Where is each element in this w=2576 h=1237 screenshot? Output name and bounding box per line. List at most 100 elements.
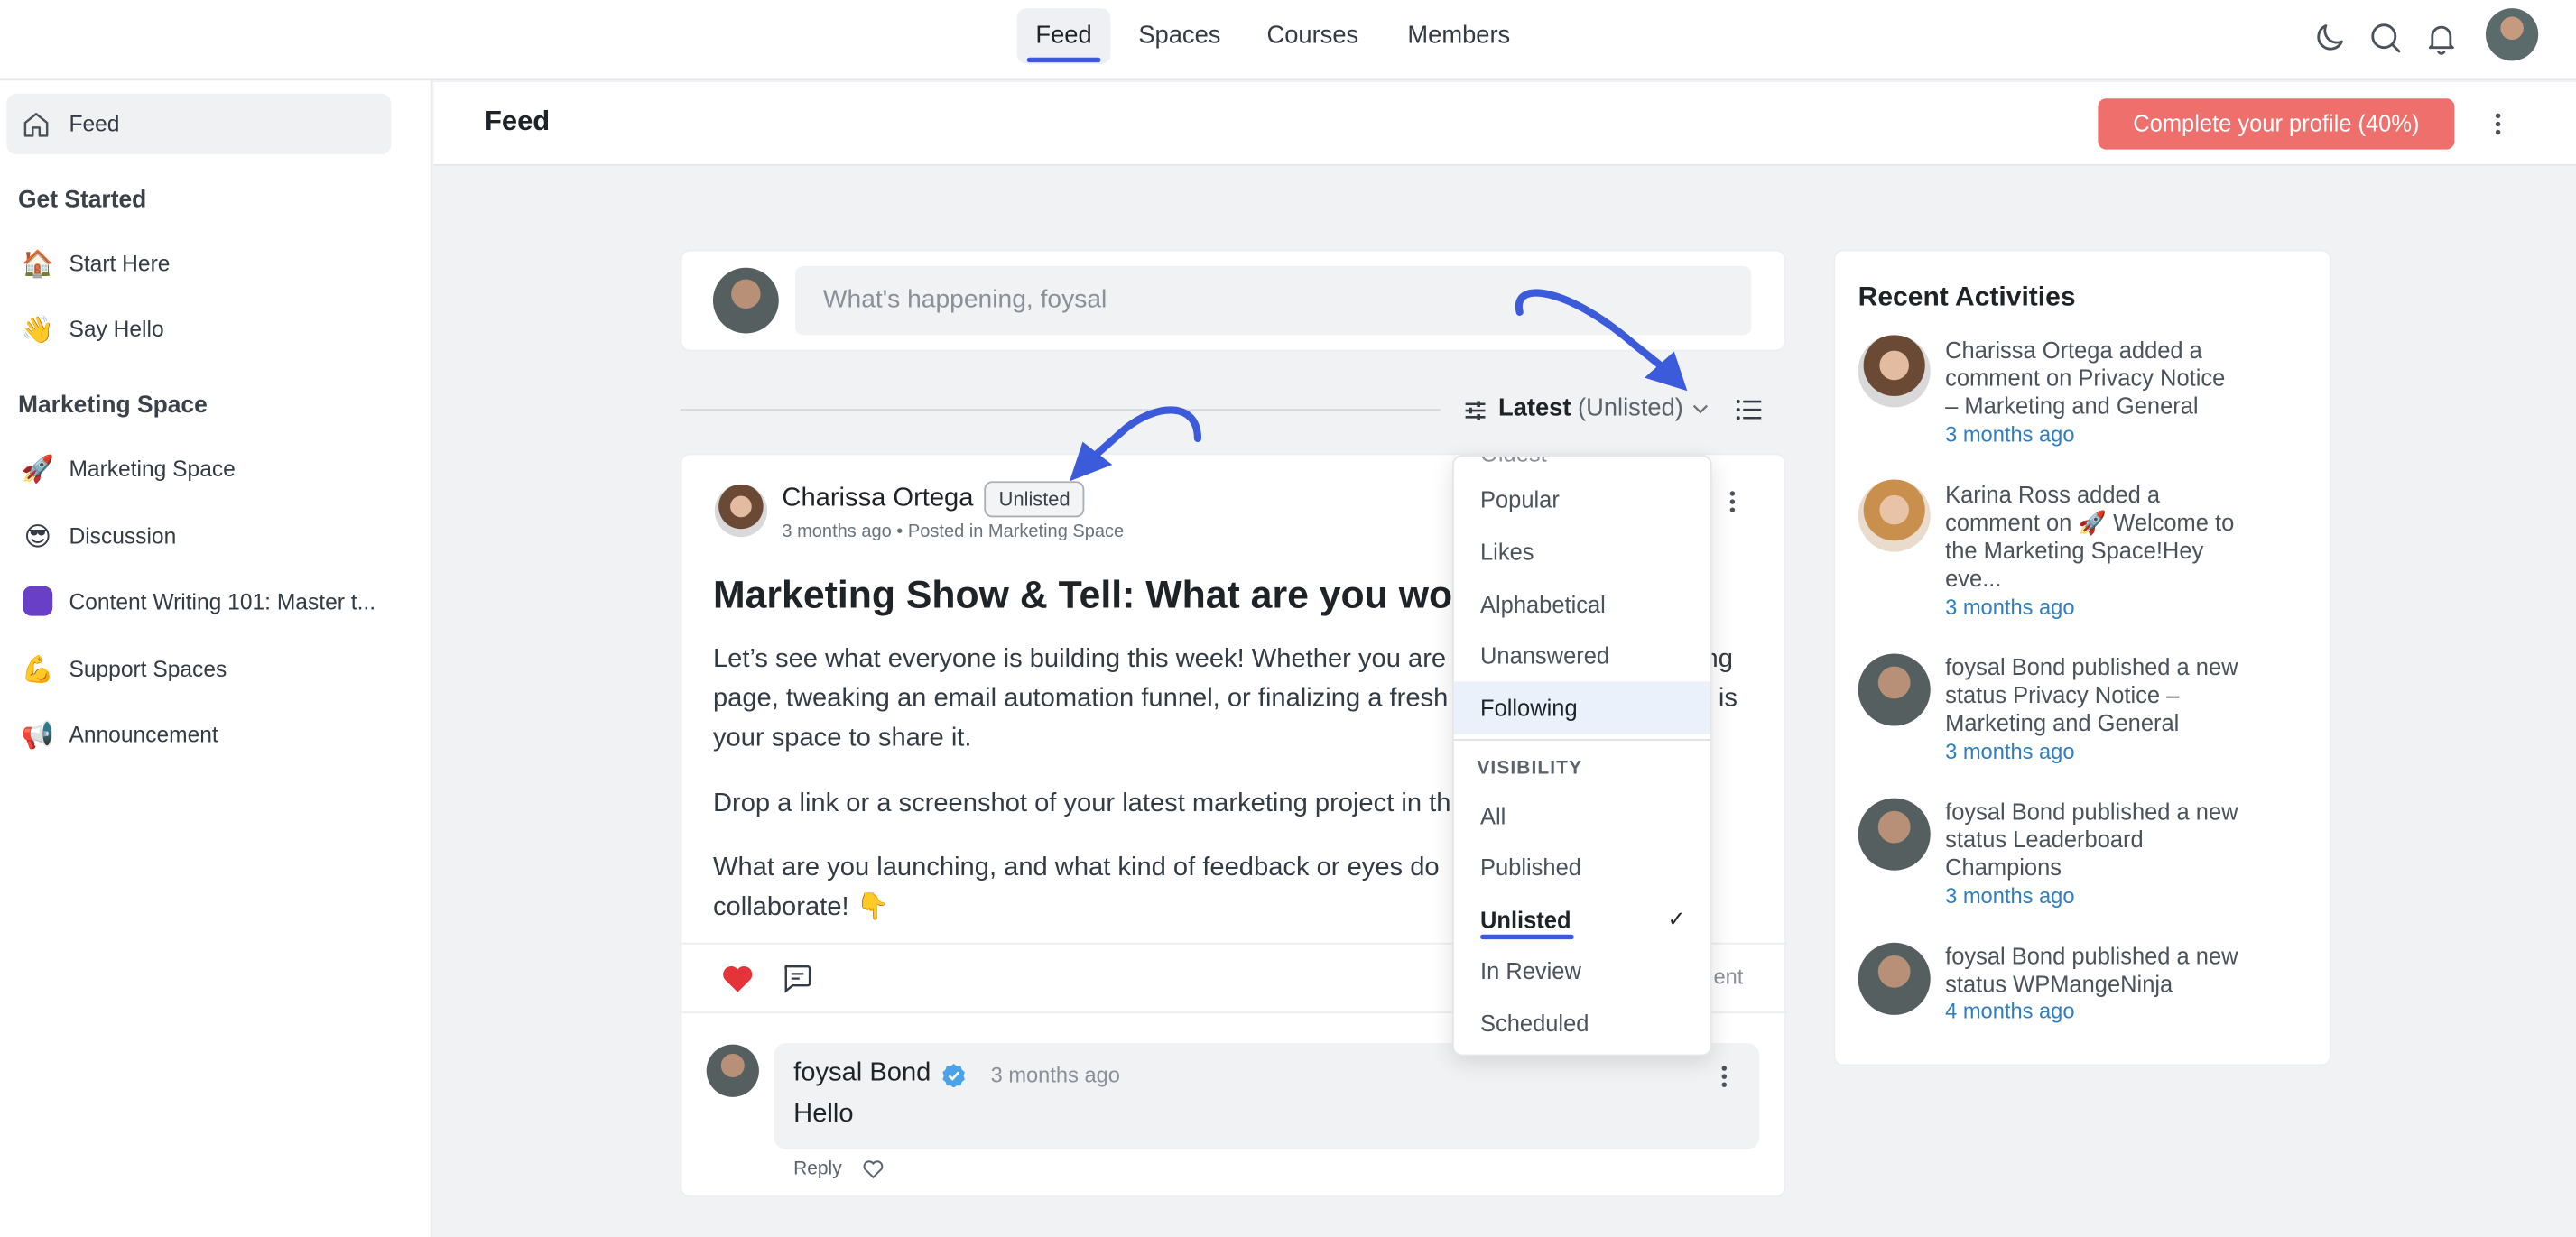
activity-avatar[interactable] xyxy=(1858,653,1931,726)
activity-time[interactable]: 3 months ago xyxy=(1945,739,2074,763)
activity-line: comment on Privacy Notice xyxy=(1945,365,2226,392)
sliders-icon[interactable] xyxy=(1462,397,1488,423)
dropdown-divider xyxy=(1453,739,1710,741)
flexed-biceps-icon: 💪 xyxy=(21,656,54,685)
sidebar-item-content-writing[interactable]: Content Writing 101: Master t... xyxy=(6,571,391,632)
dropdown-item-unanswered[interactable]: Unanswered xyxy=(1454,629,1710,681)
dropdown-item-likes[interactable]: Likes xyxy=(1454,525,1710,577)
activity-text[interactable]: Karina Ross added a comment on 🚀 Welcome… xyxy=(1945,481,2274,593)
activity-time[interactable]: 3 months ago xyxy=(1945,883,2074,908)
activity-line: the Marketing Space!Hey xyxy=(1945,537,2204,564)
recent-activities-heading: Recent Activities xyxy=(1858,282,2076,312)
sidebar-item-say-hello[interactable]: 👋 Say Hello xyxy=(6,299,391,359)
sidebar-item-label: Marketing Space xyxy=(69,457,236,482)
activity-text[interactable]: foysal Bond published a new status Priva… xyxy=(1945,653,2274,737)
activity-line: eve... xyxy=(1945,565,2002,592)
comment-more-icon[interactable] xyxy=(1710,1059,1737,1092)
header-more-icon[interactable] xyxy=(2484,106,2510,139)
activity-text[interactable]: foysal Bond published a new status WPMan… xyxy=(1945,943,2274,999)
sidebar: Feed Get Started 🏠 Start Here 👋 Say Hell… xyxy=(0,80,432,1237)
comment-author-avatar[interactable] xyxy=(706,1044,759,1097)
sidebar-item-feed[interactable]: Feed xyxy=(6,93,392,155)
dropdown-item-published[interactable]: Published xyxy=(1454,841,1710,893)
tab-spaces-label: Spaces xyxy=(1138,21,1221,50)
activity-avatar[interactable] xyxy=(1858,798,1931,871)
activity-avatar[interactable] xyxy=(1858,942,1931,1015)
post-body-line: ng xyxy=(1703,645,1733,674)
dropdown-item-alphabetical[interactable]: Alphabetical xyxy=(1454,578,1710,631)
dropdown-item-following[interactable]: Following xyxy=(1453,681,1710,734)
activity-line: – Marketing and General xyxy=(1945,392,2199,420)
comment-time: 3 months ago xyxy=(990,1062,1120,1087)
verified-badge-icon xyxy=(942,1064,965,1087)
checkmark-icon: ✓ xyxy=(1667,906,1686,932)
activity-text[interactable]: foysal Bond published a new status Leade… xyxy=(1945,799,2274,882)
sidebar-item-announcement[interactable]: 📢 Announcement xyxy=(6,705,391,765)
post-author-avatar[interactable] xyxy=(714,484,768,538)
dropdown-item-all[interactable]: All xyxy=(1454,790,1710,843)
tab-spaces[interactable]: Spaces xyxy=(1127,8,1232,64)
sunglasses-face-icon: 😎 xyxy=(23,522,52,551)
post-title[interactable]: Marketing Show & Tell: What are you work xyxy=(713,573,1489,617)
house-emoji-icon: 🏠 xyxy=(21,250,54,279)
heart-icon[interactable] xyxy=(721,964,754,993)
dropdown-item-in-review[interactable]: In Review xyxy=(1454,945,1710,997)
active-tab-underline xyxy=(1026,57,1101,63)
post-more-icon[interactable] xyxy=(1719,485,1745,517)
activity-line: comment on 🚀 Welcome to xyxy=(1945,509,2235,536)
sidebar-item-label: Announcement xyxy=(69,722,218,748)
page-header: Feed Complete your profile (40%) xyxy=(433,82,2576,166)
comment-like-icon[interactable] xyxy=(863,1159,885,1179)
activity-text[interactable]: Charissa Ortega added a comment on Priva… xyxy=(1945,337,2274,420)
composer-avatar xyxy=(712,267,779,334)
dropdown-item-scheduled[interactable]: Scheduled xyxy=(1454,997,1710,1049)
comment-author-name[interactable]: foysal Bond xyxy=(793,1059,931,1089)
activity-line: status WPMangeNinja xyxy=(1945,970,2173,997)
activity-avatar[interactable] xyxy=(1858,479,1931,552)
activity-line: Champions xyxy=(1945,854,2062,881)
recent-activities-card: Recent Activities Charissa Ortega added … xyxy=(1833,249,2331,1066)
reply-link[interactable]: Reply xyxy=(793,1159,842,1179)
activity-line: foysal Bond published a new xyxy=(1945,653,2238,680)
megaphone-icon: 📢 xyxy=(21,721,54,750)
search-icon[interactable] xyxy=(2368,20,2404,56)
comment-icon[interactable] xyxy=(781,963,813,994)
sidebar-item-discussion[interactable]: 😎 Discussion xyxy=(6,506,391,567)
dropdown-item-unlisted[interactable]: Unlisted ✓ xyxy=(1454,893,1710,946)
sidebar-item-support-spaces[interactable]: 💪 Support Spaces xyxy=(6,639,391,699)
sidebar-heading-marketing-space: Marketing Space xyxy=(18,392,208,420)
dropdown-item-unlisted-label: Unlisted xyxy=(1480,906,1571,933)
activity-line: status Privacy Notice – xyxy=(1945,681,2180,708)
bell-icon[interactable] xyxy=(2423,20,2460,56)
list-view-icon[interactable] xyxy=(1735,396,1763,424)
post-body-line: is xyxy=(1718,685,1737,713)
sidebar-item-label: Support Spaces xyxy=(69,657,227,682)
post-author-name[interactable]: Charissa Ortega xyxy=(782,485,973,514)
tab-members[interactable]: Members xyxy=(1394,8,1525,64)
visibility-heading: VISIBILITY xyxy=(1477,758,1583,779)
comment-bubble: foysal Bond 3 months ago Hello xyxy=(774,1042,1760,1150)
sidebar-item-label: Discussion xyxy=(69,523,177,549)
annotation-arrow-icon xyxy=(1069,406,1202,482)
tab-courses-label: Courses xyxy=(1266,21,1359,50)
sidebar-heading-get-started: Get Started xyxy=(18,187,147,214)
post-meta: 3 months ago • Posted in Marketing Space xyxy=(782,522,1125,542)
activity-time[interactable]: 3 months ago xyxy=(1945,422,2074,447)
sidebar-item-label: Feed xyxy=(69,111,120,137)
user-avatar[interactable] xyxy=(2485,8,2539,61)
annotation-arrow-icon xyxy=(1515,289,1688,392)
sidebar-item-label: Content Writing 101: Master t... xyxy=(69,589,376,614)
activity-avatar[interactable] xyxy=(1858,335,1931,408)
tab-feed[interactable]: Feed xyxy=(1016,8,1111,64)
sidebar-item-start-here[interactable]: 🏠 Start Here xyxy=(6,233,391,293)
moon-icon[interactable] xyxy=(2312,20,2348,56)
activity-time[interactable]: 4 months ago xyxy=(1945,999,2074,1023)
tab-courses[interactable]: Courses xyxy=(1254,8,1372,64)
sidebar-item-marketing-space[interactable]: 🚀 Marketing Space xyxy=(6,438,391,499)
activity-time[interactable]: 3 months ago xyxy=(1945,595,2074,619)
home-icon xyxy=(23,112,49,136)
complete-profile-button[interactable]: Complete your profile (40%) xyxy=(2098,98,2455,150)
waving-hand-icon: 👋 xyxy=(21,316,54,345)
page-title: Feed xyxy=(484,105,551,137)
dropdown-item-popular[interactable]: Popular xyxy=(1454,473,1710,525)
